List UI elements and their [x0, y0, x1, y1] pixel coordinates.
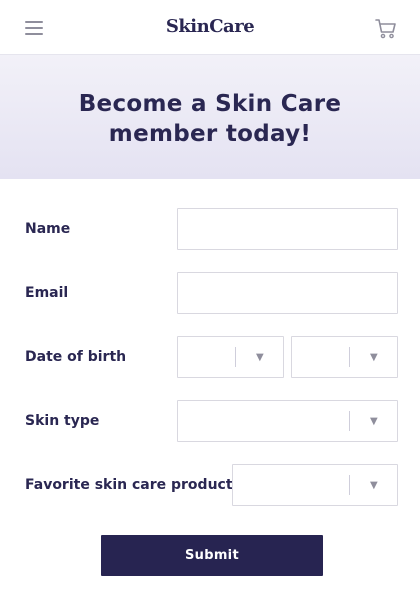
page-title: Become a Skin Care member today! — [0, 89, 420, 149]
dob-month-divider — [235, 347, 236, 367]
skin-type-divider — [349, 411, 350, 431]
brand-logo[interactable]: SkinCare — [0, 16, 420, 37]
favorite-product-select[interactable]: ▼ — [232, 464, 398, 506]
dob-year-select[interactable]: ▼ — [291, 336, 398, 378]
submit-button[interactable]: Submit — [101, 535, 323, 576]
chevron-down-icon: ▼ — [370, 352, 378, 363]
favorite-product-divider — [349, 475, 350, 495]
chevron-down-icon: ▼ — [256, 352, 264, 363]
page-title-line-2: member today! — [108, 121, 312, 147]
page-title-line-1: Become a Skin Care — [78, 91, 342, 117]
date-of-birth-label: Date of birth — [25, 349, 127, 365]
skin-type-select[interactable]: ▼ — [177, 400, 398, 442]
name-field-box — [177, 208, 398, 250]
email-field-box — [177, 272, 398, 314]
chevron-down-icon: ▼ — [370, 416, 378, 427]
hero-banner: Become a Skin Care member today! — [0, 55, 420, 179]
chevron-down-icon: ▼ — [370, 480, 378, 491]
shopping-cart-icon[interactable] — [375, 18, 397, 40]
email-input[interactable] — [178, 273, 397, 313]
favorite-product-label: Favorite skin care product — [25, 477, 233, 493]
email-label: Email — [25, 285, 69, 301]
dob-year-divider — [349, 347, 350, 367]
top-navigation-bar: SkinCare — [0, 0, 420, 55]
dob-month-select[interactable]: ▼ — [177, 336, 284, 378]
skin-type-label: Skin type — [25, 413, 100, 429]
name-label: Name — [25, 221, 71, 237]
name-input[interactable] — [178, 209, 397, 249]
